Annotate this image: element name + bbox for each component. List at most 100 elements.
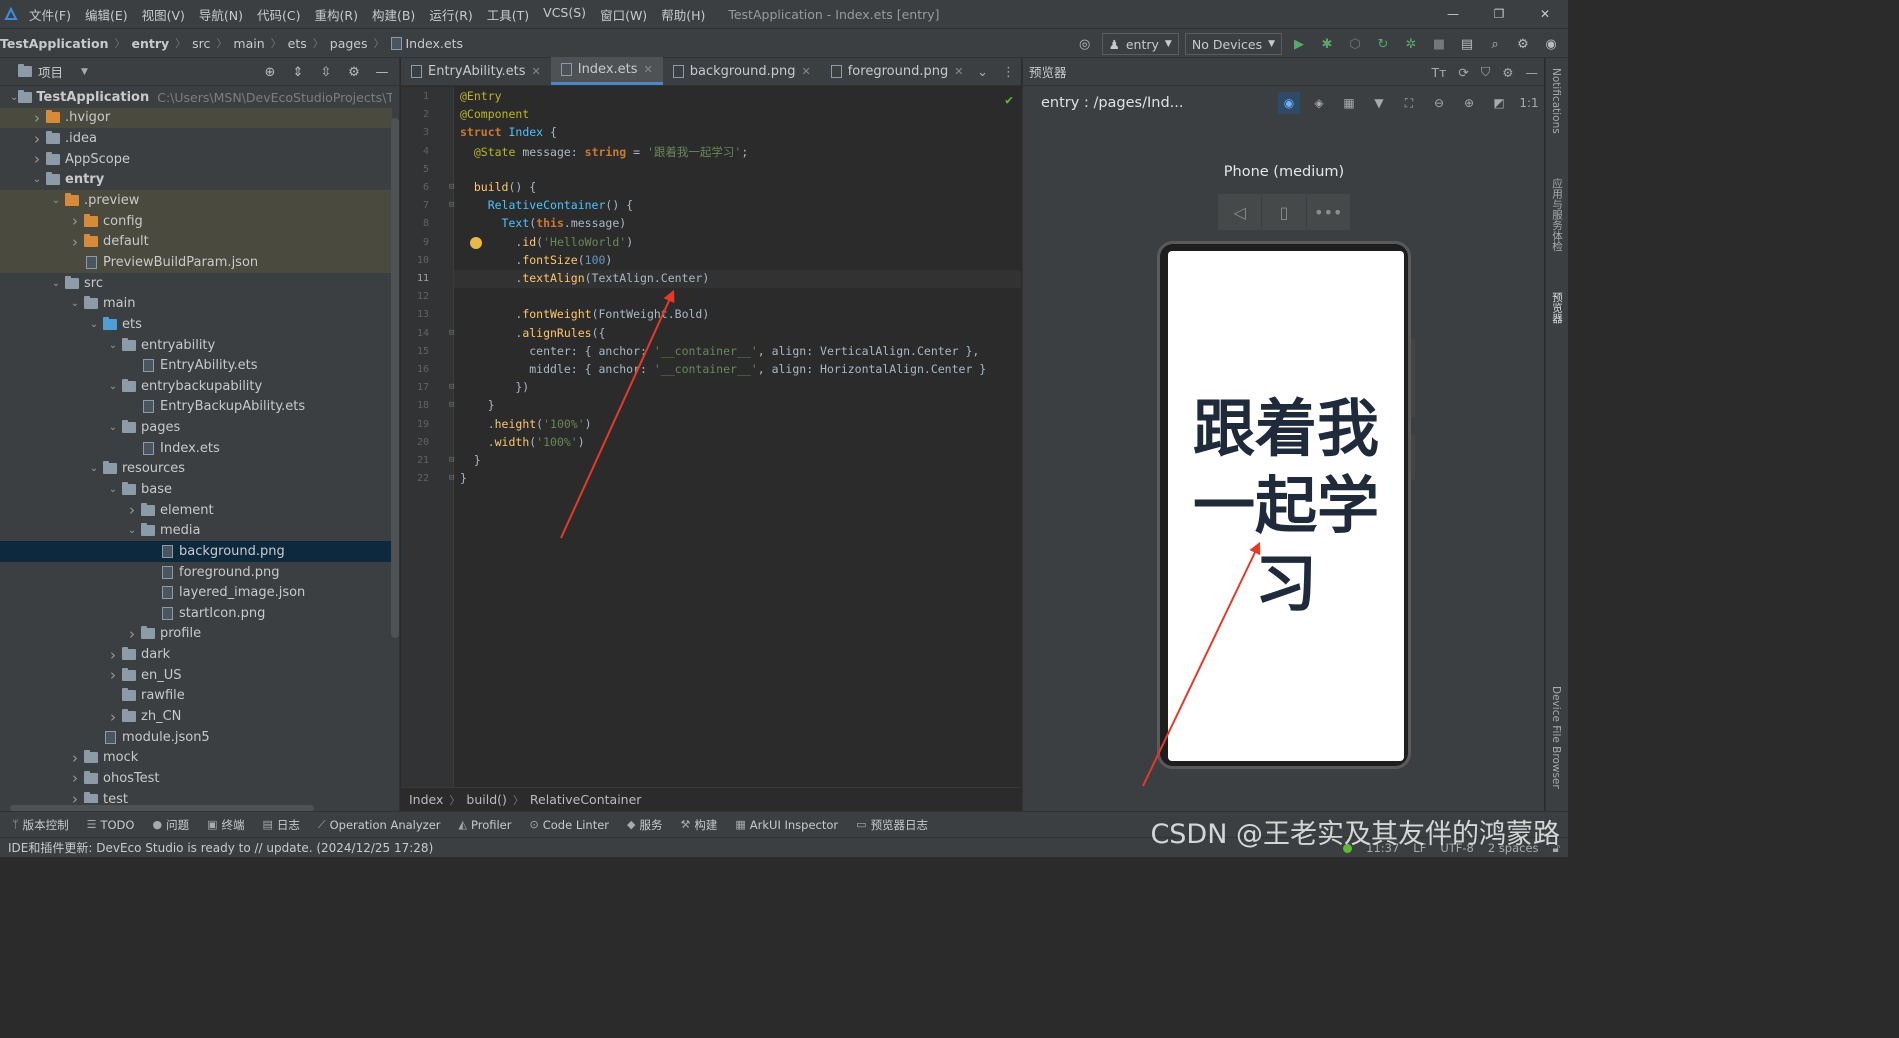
tree-item[interactable]: › element <box>0 500 392 521</box>
code-line[interactable]: Text(this.message) <box>460 216 627 230</box>
chevron-right-icon[interactable]: › <box>105 708 121 726</box>
tree-item[interactable]: › dark <box>0 644 392 665</box>
menu-item[interactable]: 运行(R) <box>422 5 479 24</box>
run-config-select[interactable]: ♟ entry ▼ <box>1101 33 1179 55</box>
code-line[interactable]: .textAlign(TextAlign.Center) <box>460 271 709 285</box>
debug-icon[interactable]: ✱ <box>1316 33 1338 55</box>
close-icon[interactable]: ✕ <box>802 65 811 78</box>
code-breadcrumb-item[interactable]: build() <box>466 792 507 807</box>
chevron-right-icon[interactable]: › <box>67 233 83 251</box>
multi-device-icon[interactable]: ▦ <box>1338 92 1360 114</box>
code-line[interactable]: .fontWeight(FontWeight.Bold) <box>460 307 709 321</box>
status-message[interactable]: IDE和插件更新: DevEco Studio is ready to // u… <box>8 839 433 856</box>
tool-window-button[interactable]: ◭ Profiler <box>459 818 512 832</box>
chevron-down-icon[interactable]: ⌄ <box>86 463 102 474</box>
tree-item[interactable]: › config <box>0 210 392 232</box>
menu-item[interactable]: 导航(N) <box>192 5 250 24</box>
breadcrumb-item[interactable]: pages <box>330 36 368 51</box>
actual-size-icon[interactable]: 1:1 <box>1518 92 1540 114</box>
fold-icon[interactable]: ⊟ <box>449 400 454 410</box>
editor-tab[interactable]: background.png ✕ <box>663 57 821 85</box>
menu-item[interactable]: 重构(R) <box>308 5 365 24</box>
tool-window-button[interactable]: ▤ 日志 <box>262 817 299 833</box>
tree-item[interactable]: ⌄ TestApplication C:\Users\MSN\DevEcoStudi… <box>0 87 392 108</box>
tree-item[interactable]: ⌄ entrybackupability <box>0 376 392 397</box>
menu-item[interactable]: 帮助(H) <box>654 5 712 24</box>
close-icon[interactable]: ✕ <box>644 63 653 76</box>
chevron-down-icon[interactable]: ⌄ <box>86 319 102 330</box>
chevron-down-icon[interactable]: ⌄ <box>105 381 121 392</box>
attach-icon[interactable]: ⬡ <box>1344 33 1366 55</box>
account-icon[interactable]: ◉ <box>1540 33 1562 55</box>
zoom-out-icon[interactable]: ⊖ <box>1428 92 1450 114</box>
fold-icon[interactable]: ⊟ <box>449 182 454 192</box>
tree-item[interactable]: ⌄ resources <box>0 459 392 480</box>
project-panel-title[interactable]: 项目 <box>38 62 63 81</box>
menu-item[interactable]: 构建(B) <box>365 5 422 24</box>
phone-screen[interactable]: 跟着我一起学习 <box>1168 251 1404 761</box>
editor-tab[interactable]: EntryAbility.ets ✕ <box>401 57 551 85</box>
app-health-tab[interactable]: 应用与服务体检 <box>1550 178 1565 252</box>
code-breadcrumb-item[interactable]: RelativeContainer <box>530 792 642 807</box>
tree-item[interactable]: module.json5 <box>0 727 392 748</box>
close-icon[interactable]: ✕ <box>532 65 541 78</box>
tree-item[interactable]: startIcon.png <box>0 603 392 624</box>
tree-item[interactable]: Index.ets <box>0 438 392 459</box>
code-line[interactable]: .id('HelloWorld') <box>460 235 633 249</box>
chevron-down-icon[interactable]: ⌄ <box>105 340 121 351</box>
editor-tab[interactable]: Index.ets ✕ <box>550 57 663 85</box>
restore-icon[interactable]: ❐ <box>1476 0 1522 28</box>
menu-item[interactable]: VCS(S) <box>536 5 593 24</box>
tree-item[interactable]: ⌄ pages <box>0 417 392 438</box>
tree-item[interactable]: ⌄ media <box>0 520 392 541</box>
menu-item[interactable]: 视图(V) <box>135 5 192 24</box>
gear-icon[interactable]: ⚙ <box>1502 65 1513 80</box>
chevron-right-icon[interactable]: › <box>67 769 83 787</box>
target-icon[interactable]: ◎ <box>1074 33 1096 55</box>
chevron-down-icon[interactable]: ⌄ <box>977 65 988 80</box>
chevron-down-icon[interactable]: ⌄ <box>105 484 121 495</box>
chevron-right-icon[interactable]: › <box>105 666 121 684</box>
collapse-all-icon[interactable]: ⇳ <box>315 61 337 83</box>
hide-icon[interactable]: — <box>371 61 393 83</box>
fold-icon[interactable]: ⊟ <box>449 328 454 338</box>
inspector-toggle-icon[interactable]: ◉ <box>1278 92 1300 114</box>
chevron-right-icon[interactable]: › <box>29 150 45 168</box>
code-line[interactable]: build() { <box>460 180 536 194</box>
tree-item[interactable]: › profile <box>0 624 392 645</box>
tree-item[interactable]: ⌄ entryability <box>0 335 392 356</box>
chevron-down-icon[interactable]: ⌄ <box>67 298 83 309</box>
stop-icon[interactable]: ■ <box>1428 33 1450 55</box>
tool-window-button[interactable]: ⚒ 构建 <box>681 817 718 833</box>
previewer-tab[interactable]: 预览器 <box>1550 292 1565 324</box>
tool-window-button[interactable]: ☰ TODO <box>87 818 135 832</box>
chevron-right-icon[interactable]: › <box>124 625 140 643</box>
code-line[interactable]: } <box>460 471 467 485</box>
chevron-down-icon[interactable]: ▼ <box>81 67 88 77</box>
chevron-right-icon[interactable]: › <box>67 212 83 230</box>
code-line[interactable]: .height('100%') <box>460 417 592 431</box>
code-breadcrumb-item[interactable]: Index <box>409 792 443 807</box>
chevron-right-icon[interactable]: › <box>124 501 140 519</box>
more-icon[interactable]: ⋮ <box>1002 65 1015 80</box>
fit-icon[interactable]: ⛶ <box>1398 92 1420 114</box>
device-select[interactable]: No Devices ▼ <box>1184 33 1282 55</box>
back-icon[interactable]: ◁ <box>1218 194 1263 230</box>
code-line[interactable]: middle: { anchor: '__container__', align… <box>460 362 986 376</box>
code-line[interactable]: }) <box>460 380 529 394</box>
tree-item[interactable]: › zh_CN <box>0 706 392 727</box>
font-size-icon[interactable]: Tт <box>1431 65 1446 80</box>
code-line[interactable]: struct Index { <box>460 125 557 139</box>
tree-item[interactable]: PreviewBuildParam.json <box>0 252 392 273</box>
chevron-down-icon[interactable]: ⌄ <box>105 422 121 433</box>
tree-item[interactable]: › ohosTest <box>0 768 392 789</box>
tree-item[interactable]: ⌄ .preview <box>0 190 392 211</box>
editor-tab[interactable]: foreground.png ✕ <box>821 57 974 85</box>
gear-icon[interactable]: ⚙ <box>343 61 365 83</box>
code-line[interactable]: .width('100%') <box>460 435 585 449</box>
tree-item[interactable]: layered_image.json <box>0 582 392 603</box>
tree-item[interactable]: › AppScope <box>0 149 392 170</box>
tool-window-button[interactable]: ▭ 预览器日志 <box>856 817 928 833</box>
locate-icon[interactable]: ⊕ <box>259 61 281 83</box>
zoom-in-icon[interactable]: ⊕ <box>1458 92 1480 114</box>
